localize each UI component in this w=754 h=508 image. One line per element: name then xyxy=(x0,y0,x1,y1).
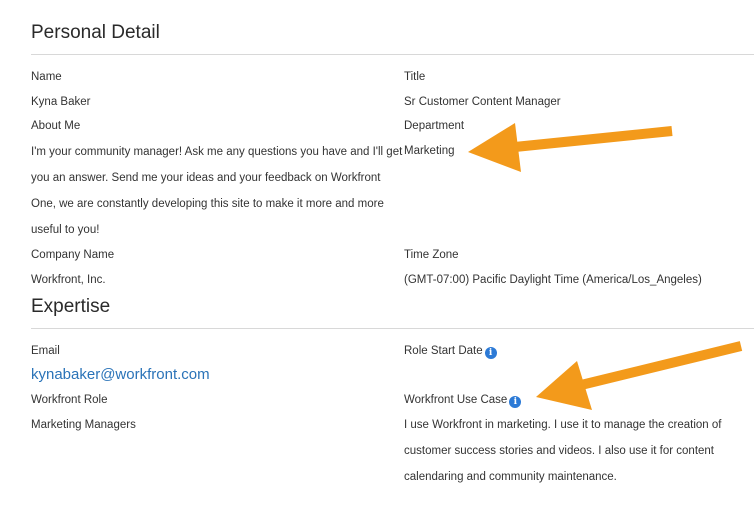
arrow-to-use-case xyxy=(536,341,743,410)
arrow-to-department xyxy=(468,123,673,172)
annotation-arrows xyxy=(468,123,743,410)
